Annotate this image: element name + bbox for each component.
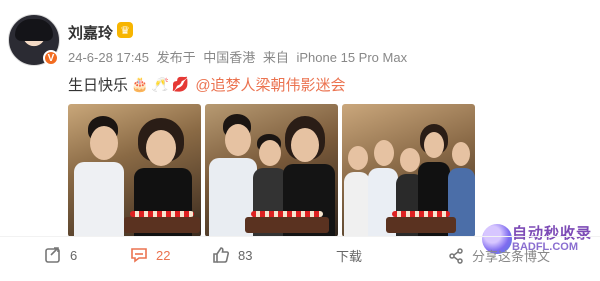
action-bar: 6 22 83 下载 分享这条博文 [0,246,600,272]
photo-3[interactable] [342,104,475,237]
comment-button[interactable]: 22 [130,246,170,264]
source-prefix: 发布于 [156,50,196,65]
photo-1[interactable] [68,104,201,237]
post-location: 中国香港 [203,50,256,65]
like-count: 83 [238,247,253,263]
share-label: 分享这条博文 [472,249,551,264]
cake-emoji-icon: 🎂 [131,76,149,92]
photo-2[interactable] [205,104,338,237]
thumbs-up-icon [213,247,229,263]
mention-link[interactable]: @追梦人梁朝伟影迷会 [195,74,345,95]
cheers-emoji-icon: 🥂 [151,76,169,92]
repost-icon [45,247,60,263]
username[interactable]: 刘嘉玲 [68,22,113,43]
download-button[interactable]: 下载 [336,246,362,265]
post-date[interactable]: 24-6-28 17:45 [68,50,149,65]
share-button[interactable]: 分享这条博文 [448,246,550,265]
download-label: 下载 [336,249,363,264]
watermark-title: 自动秒收录 [512,225,593,242]
post-body: 生日快乐 [68,77,129,94]
like-button[interactable]: 83 [212,246,252,264]
post-meta: 24-6-28 17:45 发布于 中国香港 来自 iPhone 15 Pro … [68,47,411,66]
post-text: 生日快乐 🎂 🥂 💋 @追梦人梁朝伟影迷会 [68,74,346,95]
device-prefix: 来自 [262,50,289,65]
share-icon [449,247,463,264]
repost-count: 6 [70,247,78,263]
photo-grid [68,104,475,237]
repost-button[interactable]: 6 [44,246,77,264]
post-device: iPhone 15 Pro Max [296,50,408,65]
divider [0,236,600,237]
comment-count: 22 [156,247,171,263]
verified-badge-icon: V [43,50,59,66]
lips-emoji-icon: 💋 [171,76,190,92]
vip-crown-icon: ♛ [117,22,133,38]
comment-icon [131,248,147,263]
